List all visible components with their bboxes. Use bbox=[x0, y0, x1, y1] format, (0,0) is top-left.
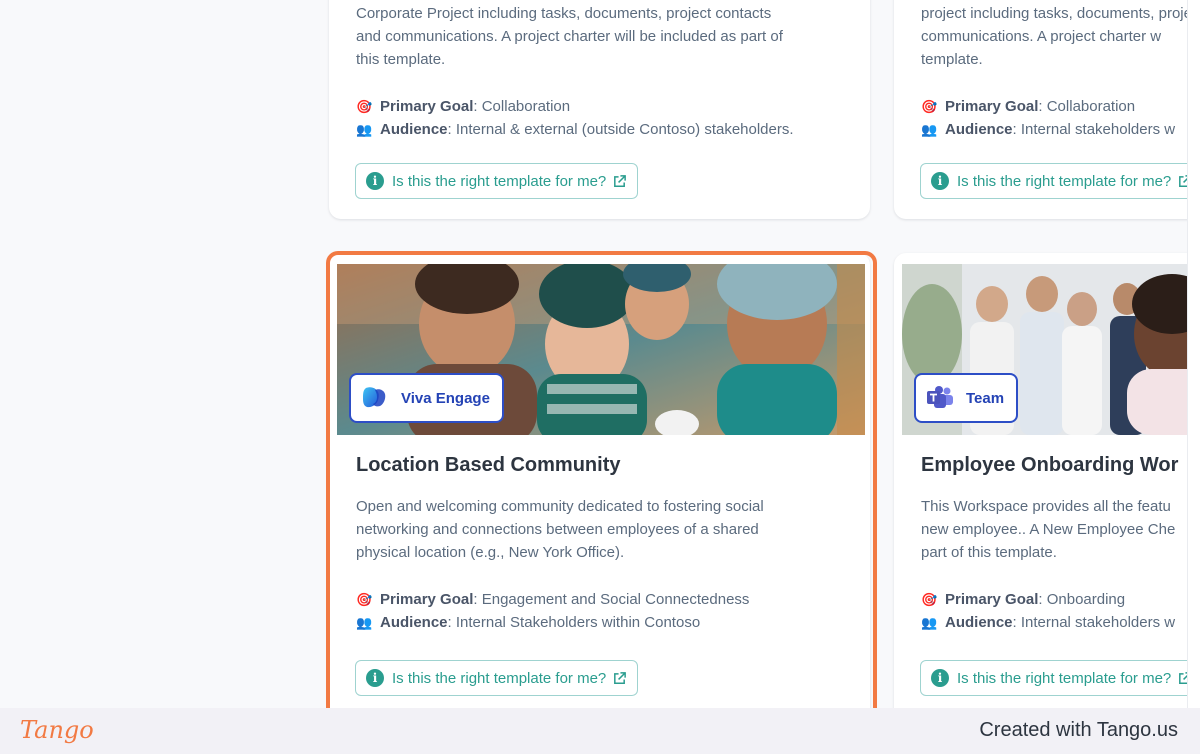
card-description: Corporate Project including tasks, docum… bbox=[356, 5, 783, 68]
hero-image-office-team: Team bbox=[902, 264, 1200, 435]
tango-footer: Tango Created with Tango.us bbox=[0, 708, 1200, 754]
external-link-icon bbox=[612, 671, 627, 686]
badge-label: Team bbox=[966, 389, 1005, 407]
tango-logo: Tango bbox=[20, 716, 94, 744]
right-template-help-link[interactable]: i Is this the right template for me? bbox=[920, 163, 1200, 199]
app-badge-viva-engage: Viva Engage bbox=[349, 373, 504, 423]
audience-line: 👥 Audience: Internal & external (outside … bbox=[356, 118, 850, 141]
help-link-label: Is this the right template for me? bbox=[392, 172, 607, 190]
right-template-help-link[interactable]: i Is this the right template for me? bbox=[355, 163, 639, 199]
external-link-icon bbox=[612, 174, 627, 189]
info-icon: i bbox=[366, 172, 384, 190]
template-gallery: Corporate Project including tasks, docum… bbox=[0, 0, 1200, 708]
card-title: Employee Onboarding Wor bbox=[921, 454, 1179, 476]
badge-label: Viva Engage bbox=[401, 389, 490, 407]
right-template-help-link[interactable]: i Is this the right template for me? bbox=[920, 660, 1200, 696]
primary-goal-line: 🎯 Primary Goal: Collaboration bbox=[921, 95, 1200, 118]
audience-line: 👥 Audience: Internal stakeholders w bbox=[921, 118, 1200, 141]
card-description: project including tasks, documents, proj… bbox=[921, 5, 1200, 68]
people-icon: 👥 bbox=[356, 122, 373, 137]
app-badge-teams: Team bbox=[914, 373, 1019, 423]
info-icon: i bbox=[931, 669, 949, 687]
target-icon: 🎯 bbox=[921, 99, 938, 114]
card-description: Open and welcoming community dedicated t… bbox=[356, 498, 764, 561]
info-icon: i bbox=[366, 669, 384, 687]
target-icon: 🎯 bbox=[356, 99, 373, 114]
help-link-label: Is this the right template for me? bbox=[392, 669, 607, 687]
right-template-help-link[interactable]: i Is this the right template for me? bbox=[355, 660, 639, 696]
card-description: This Workspace provides all the featu ne… bbox=[921, 498, 1176, 561]
primary-goal-line: 🎯 Primary Goal: Onboarding bbox=[921, 588, 1200, 611]
help-link-label: Is this the right template for me? bbox=[957, 669, 1172, 687]
target-icon: 🎯 bbox=[356, 592, 373, 607]
info-icon: i bbox=[931, 172, 949, 190]
teams-logo-icon bbox=[926, 385, 954, 411]
template-card-location-based-community[interactable]: Viva Engage Location Based Community Ope… bbox=[329, 253, 870, 708]
people-icon: 👥 bbox=[921, 615, 938, 630]
template-card-project-right[interactable]: project including tasks, documents, proj… bbox=[894, 0, 1200, 219]
vertical-scrollbar[interactable] bbox=[1187, 0, 1200, 708]
help-link-label: Is this the right template for me? bbox=[957, 172, 1172, 190]
target-icon: 🎯 bbox=[921, 592, 938, 607]
hero-image-community: Viva Engage bbox=[337, 264, 865, 435]
primary-goal-line: 🎯 Primary Goal: Collaboration bbox=[356, 95, 850, 118]
template-card-employee-onboarding[interactable]: Team Employee Onboarding Wor This Worksp… bbox=[894, 253, 1200, 708]
audience-line: 👥 Audience: Internal stakeholders w bbox=[921, 611, 1200, 634]
template-card-corporate-project[interactable]: Corporate Project including tasks, docum… bbox=[329, 0, 870, 219]
card-title: Location Based Community bbox=[356, 454, 621, 476]
primary-goal-line: 🎯 Primary Goal: Engagement and Social Con… bbox=[356, 588, 850, 611]
audience-line: 👥 Audience: Internal Stakeholders within … bbox=[356, 611, 850, 634]
created-with-credit: Created with Tango.us bbox=[979, 719, 1178, 741]
viva-engage-logo-icon bbox=[361, 384, 389, 412]
people-icon: 👥 bbox=[921, 122, 938, 137]
people-icon: 👥 bbox=[356, 615, 373, 630]
